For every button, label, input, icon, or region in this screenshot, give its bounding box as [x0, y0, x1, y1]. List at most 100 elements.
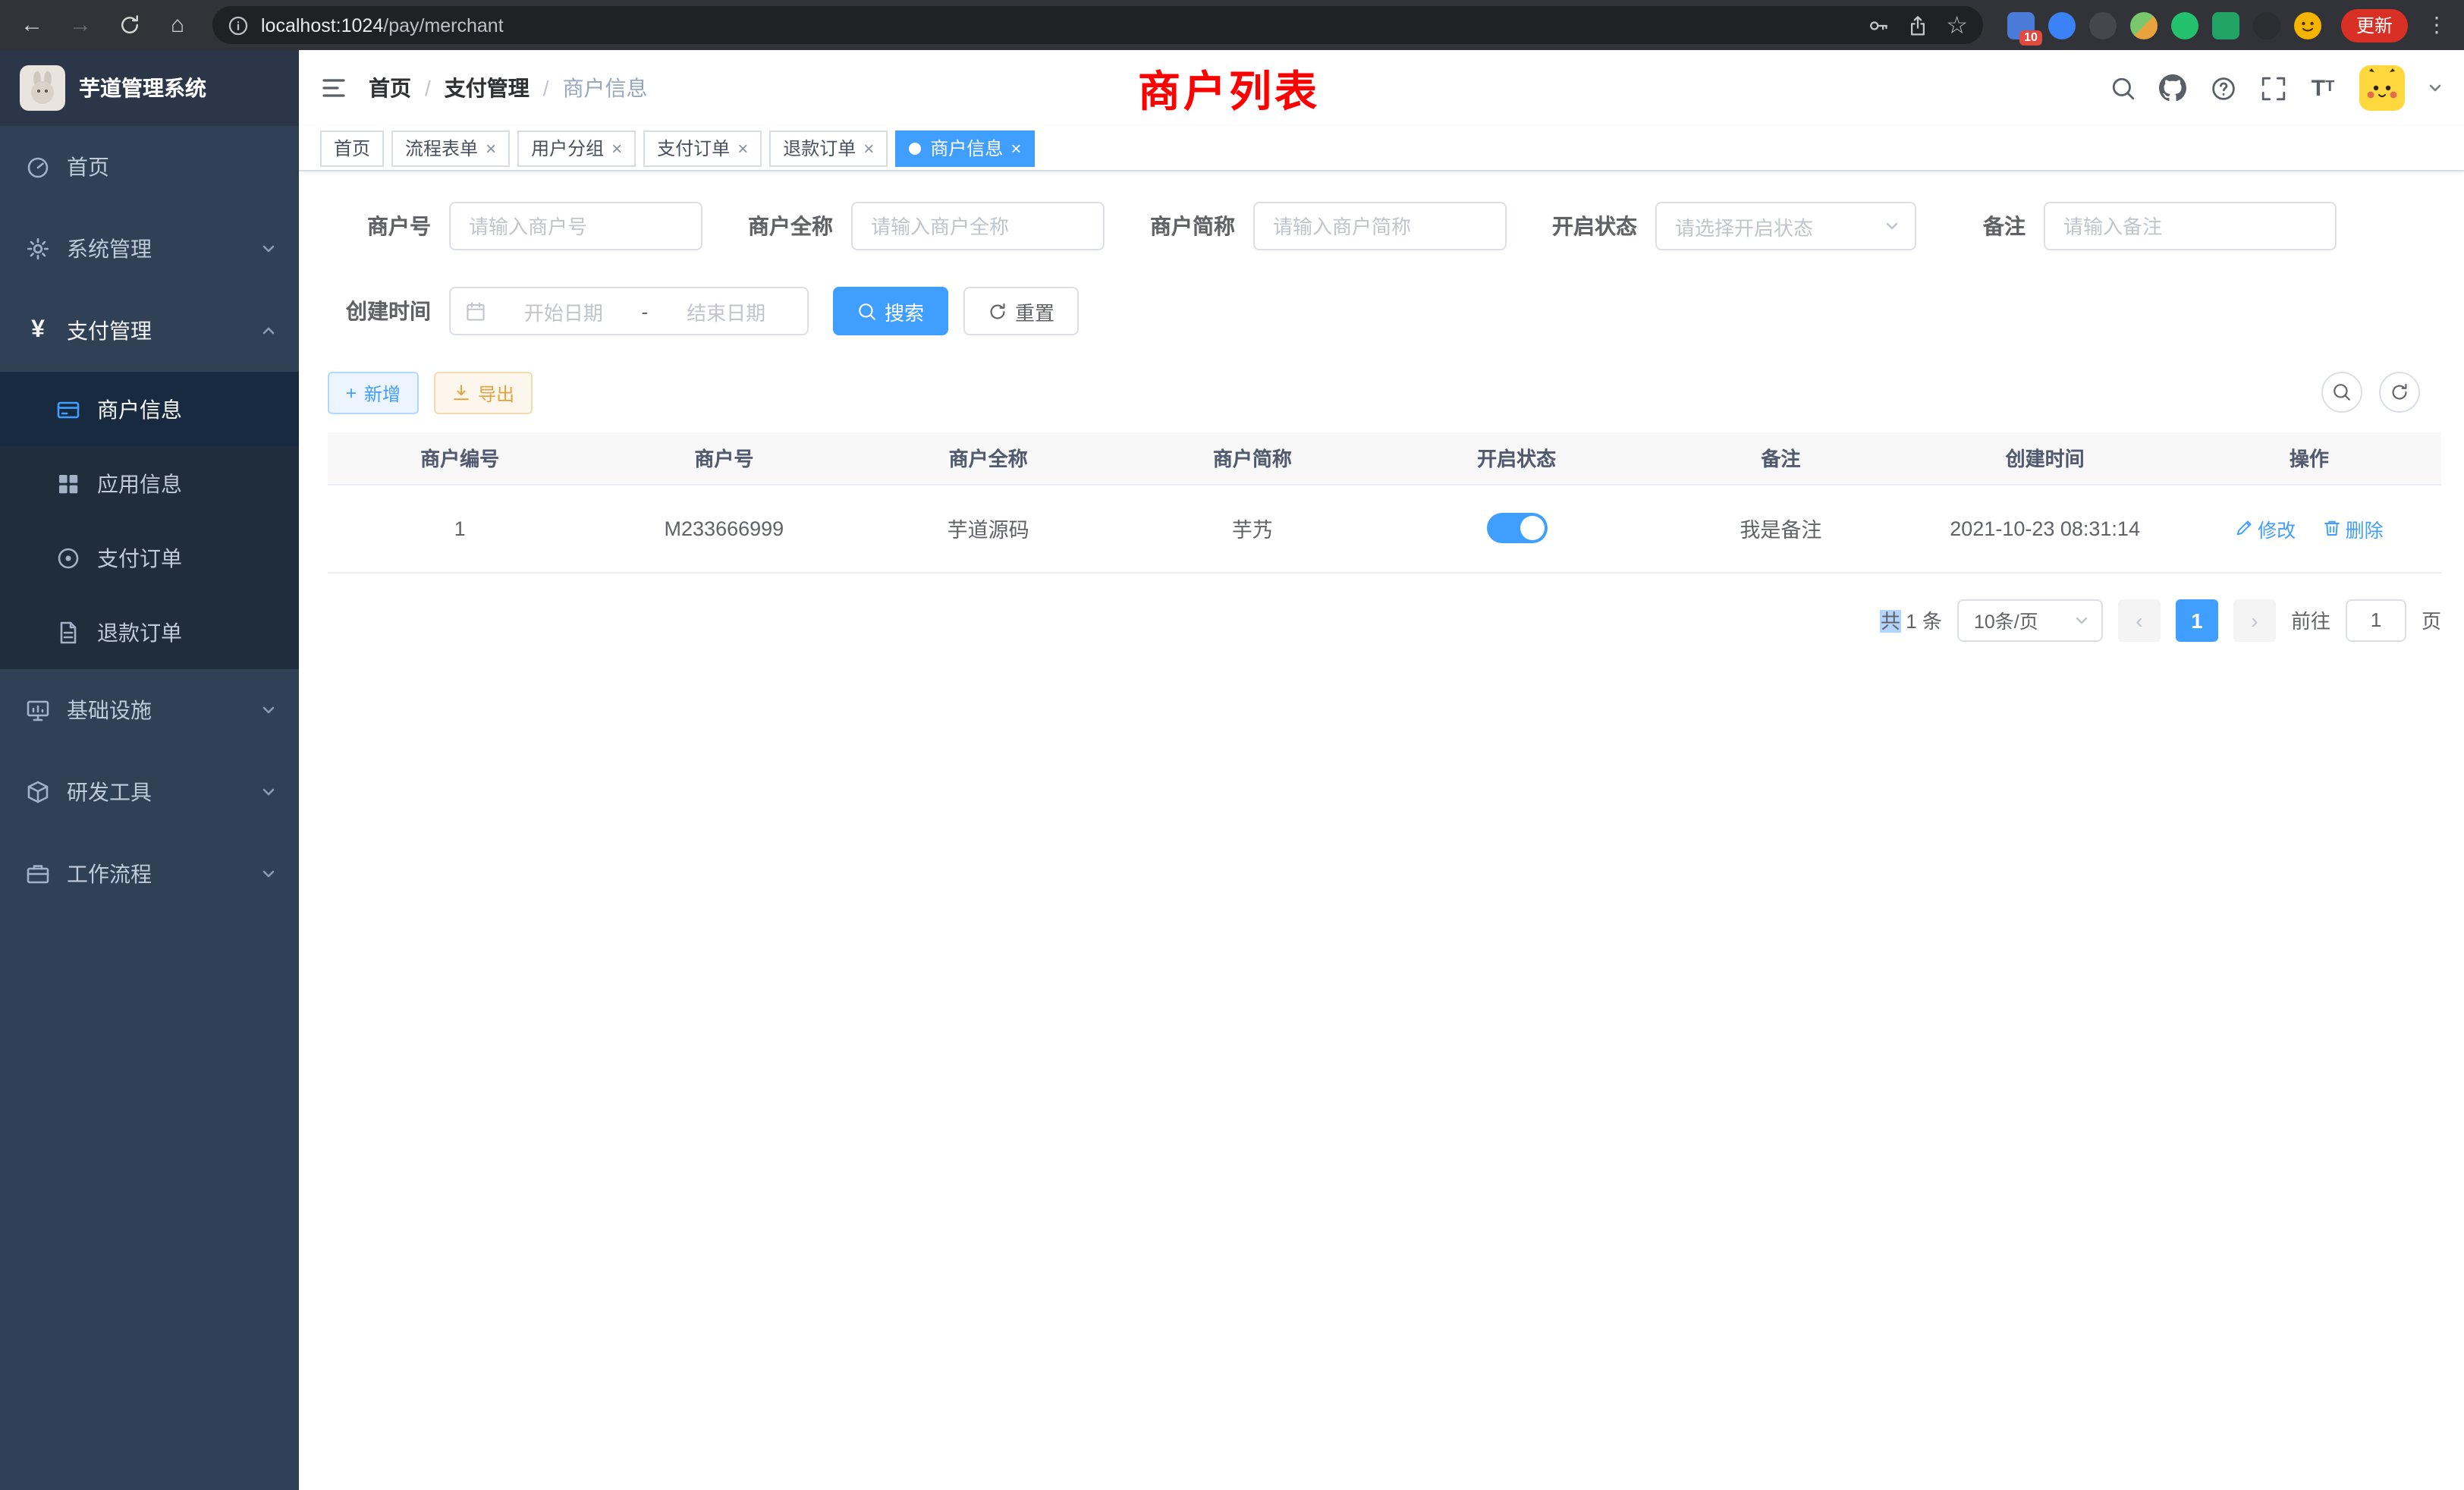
sidebar-item-dev-tools[interactable]: 研发工具 [0, 751, 299, 833]
sidebar-item-label: 基础设施 [67, 695, 152, 725]
browser-menu-button[interactable]: ⋮ [2422, 12, 2452, 38]
browser-home-button[interactable]: ⌂ [158, 5, 197, 45]
extension-dark-icon[interactable] [2089, 11, 2117, 39]
font-size-icon[interactable]: TT [2309, 74, 2337, 102]
close-icon[interactable]: × [862, 139, 874, 157]
col-header-remark: 备注 [1648, 432, 1912, 484]
sidebar-item-app-info[interactable]: 应用信息 [0, 446, 299, 520]
pagination-total-highlight: 共 [1881, 610, 1900, 633]
sidebar-item-infrastructure[interactable]: 基础设施 [0, 669, 299, 751]
status-toggle[interactable] [1486, 513, 1547, 543]
app-title: 芋道管理系统 [79, 73, 206, 103]
extension-note-icon[interactable] [2212, 11, 2239, 39]
sidebar-item-home[interactable]: 首页 [0, 126, 299, 208]
browser-reload-button[interactable] [109, 5, 149, 45]
status-select[interactable]: 请选择开启状态 [1655, 202, 1916, 250]
browser-profile-avatar[interactable] [2294, 11, 2321, 39]
close-icon[interactable]: × [736, 139, 748, 157]
filter-merchant-no: 商户号 [328, 202, 702, 250]
tab-home[interactable]: 首页 [320, 130, 384, 166]
github-icon[interactable] [2159, 74, 2186, 102]
cell-remark: 我是备注 [1648, 484, 1912, 572]
tab-label: 流程表单 [405, 135, 478, 161]
filter-full-name: 商户全称 [748, 202, 1105, 250]
user-avatar[interactable] [2359, 65, 2405, 111]
full-name-input[interactable] [851, 202, 1105, 250]
browser-back-button[interactable]: ← [12, 5, 52, 45]
page-content: 商户号 商户全称 商户简称 开启状态 请选择开启状态 [299, 171, 2464, 1490]
edit-link[interactable]: 修改 [2235, 514, 2296, 542]
prev-page-button[interactable]: ‹ [2118, 599, 2161, 641]
sidebar-item-payment[interactable]: ¥ 支付管理 [0, 290, 299, 372]
cell-full-name: 芋道源码 [856, 484, 1120, 572]
sidebar-item-merchant-info[interactable]: 商户信息 [0, 372, 299, 446]
next-page-button[interactable]: › [2233, 599, 2276, 641]
filter-row-1: 商户号 商户全称 商户简称 开启状态 请选择开启状态 [328, 202, 2441, 250]
browser-forward-button[interactable]: → [61, 5, 100, 45]
font-size-small-glyph: T [2325, 80, 2334, 96]
password-key-icon[interactable] [1867, 14, 1888, 36]
sidebar-item-label: 退款订单 [97, 617, 182, 647]
full-name-label: 商户全称 [748, 211, 833, 241]
create-time-range-picker[interactable]: 开始日期 - 结束日期 [449, 287, 809, 335]
table-header-row: 商户编号 商户号 商户全称 商户简称 开启状态 备注 创建时间 操作 [328, 432, 2441, 484]
bookmark-star-icon[interactable]: ☆ [1946, 10, 1968, 40]
merchant-no-input[interactable] [449, 202, 702, 250]
share-icon[interactable] [1906, 14, 1928, 36]
extension-pin-icon[interactable] [2048, 11, 2076, 39]
page-size-select[interactable]: 10条/页 [1957, 599, 2103, 641]
short-name-input[interactable] [1253, 202, 1507, 250]
screen: ← → ⌂ localhost:1024/pay/merchant ☆ 10 [0, 0, 2464, 1490]
close-icon[interactable]: × [1009, 139, 1021, 157]
page-info-icon[interactable] [228, 14, 249, 36]
refresh-table-button[interactable] [2379, 372, 2420, 413]
toggle-search-button[interactable] [2321, 372, 2362, 413]
tab-process-form[interactable]: 流程表单 × [391, 130, 510, 166]
hamburger-icon[interactable] [320, 74, 347, 102]
search-button[interactable]: 搜索 [833, 287, 948, 335]
tab-payment-order[interactable]: 支付订单 × [643, 130, 762, 166]
goto-page-input[interactable] [2346, 599, 2406, 641]
chevron-down-icon[interactable] [2428, 80, 2443, 96]
sidebar-item-refund-order[interactable]: 退款订单 [0, 595, 299, 669]
sidebar-item-workflow[interactable]: 工作流程 [0, 833, 299, 915]
rabbit-logo-icon [23, 68, 62, 108]
sidebar-item-label: 工作流程 [67, 859, 152, 889]
chevron-down-icon [2074, 612, 2089, 627]
tab-merchant-info[interactable]: 商户信息 × [895, 130, 1035, 166]
page-number-button[interactable]: 1 [2176, 599, 2218, 641]
add-button[interactable]: + 新增 [328, 372, 419, 414]
help-icon[interactable] [2209, 74, 2236, 102]
close-icon[interactable]: × [610, 139, 622, 157]
tab-label: 商户信息 [930, 135, 1003, 161]
address-bar[interactable]: localhost:1024/pay/merchant ☆ [212, 6, 1983, 44]
extension-multicolor-icon[interactable] [2130, 11, 2158, 39]
top-navbar: 首页 / 支付管理 / 商户信息 商户列表 [299, 50, 2464, 126]
sidebar-item-system[interactable]: 系统管理 [0, 208, 299, 290]
goto-label: 前往 [2291, 605, 2330, 634]
target-icon [56, 545, 80, 570]
fullscreen-icon[interactable] [2259, 74, 2286, 102]
tab-refund-order[interactable]: 退款订单 × [769, 130, 888, 166]
browser-update-button[interactable]: 更新 [2341, 8, 2408, 42]
refresh-icon [2390, 382, 2409, 402]
calendar-icon [466, 301, 486, 321]
tab-user-group[interactable]: 用户分组 × [517, 130, 636, 166]
breadcrumb-home[interactable]: 首页 [369, 73, 411, 103]
header-search-icon[interactable] [2109, 74, 2136, 102]
cell-merchant-id: 1 [328, 484, 592, 572]
sidebar-item-payment-order[interactable]: 支付订单 [0, 520, 299, 595]
avatar-face-icon [2294, 11, 2321, 39]
breadcrumb-separator: / [543, 76, 549, 100]
breadcrumb-payment[interactable]: 支付管理 [445, 73, 530, 103]
remark-input[interactable] [2044, 202, 2337, 250]
sidebar-logo[interactable]: 芋道管理系统 [0, 50, 299, 126]
export-button[interactable]: 导出 [434, 372, 533, 414]
export-button-label: 导出 [478, 380, 514, 406]
delete-link[interactable]: 删除 [2323, 514, 2384, 542]
extension-grid-icon[interactable]: 10 [2007, 11, 2035, 39]
reset-button[interactable]: 重置 [963, 287, 1079, 335]
extension-octocat-icon[interactable] [2253, 11, 2280, 39]
extension-check-icon[interactable] [2171, 11, 2198, 39]
close-icon[interactable]: × [484, 139, 496, 157]
